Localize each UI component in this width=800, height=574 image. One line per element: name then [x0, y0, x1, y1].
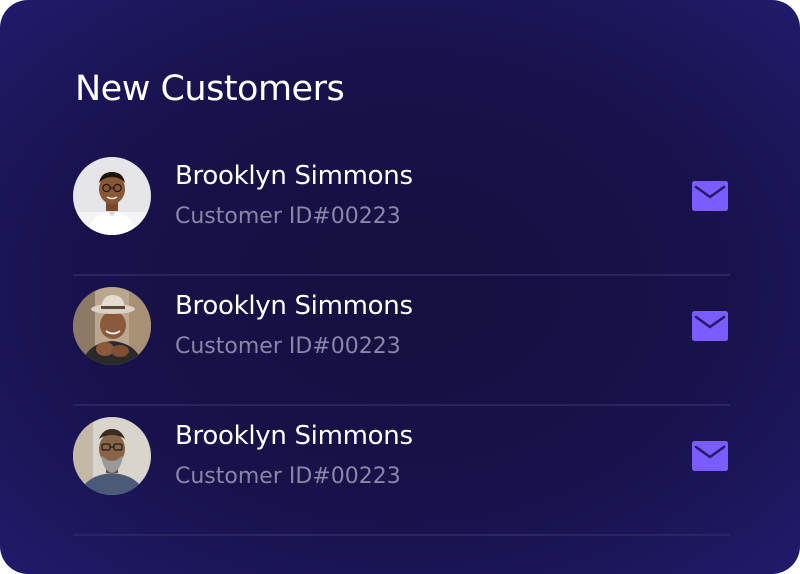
mail-button[interactable] — [692, 310, 730, 342]
list-item[interactable]: Brooklyn Simmons Customer ID#00223 — [73, 146, 730, 276]
mail-icon — [692, 181, 730, 211]
customer-id: Customer ID#00223 — [175, 464, 401, 489]
customer-name: Brooklyn Simmons — [175, 421, 413, 451]
avatar — [73, 287, 151, 365]
card-title: New Customers — [75, 69, 345, 109]
customer-list: Brooklyn Simmons Customer ID#00223 Brook… — [73, 146, 730, 536]
customer-name: Brooklyn Simmons — [175, 291, 413, 321]
mail-icon — [692, 441, 730, 471]
new-customers-card: New Customers Brooklyn Simmons Customer … — [0, 0, 800, 574]
list-item[interactable]: Brooklyn Simmons Customer ID#00223 — [73, 406, 730, 536]
mail-button[interactable] — [692, 180, 730, 212]
customer-id: Customer ID#00223 — [175, 204, 401, 229]
mail-icon — [692, 311, 730, 341]
customer-id: Customer ID#00223 — [175, 334, 401, 359]
avatar — [73, 157, 151, 235]
mail-button[interactable] — [692, 440, 730, 472]
avatar — [73, 417, 151, 495]
list-item[interactable]: Brooklyn Simmons Customer ID#00223 — [73, 276, 730, 406]
customer-name: Brooklyn Simmons — [175, 161, 413, 191]
